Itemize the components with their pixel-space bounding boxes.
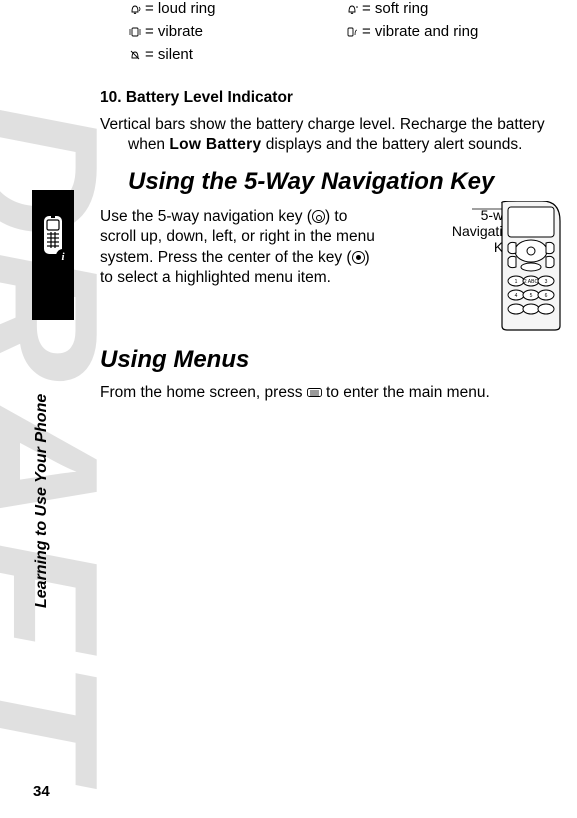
svg-text:6: 6 xyxy=(545,293,548,299)
bell-loud-icon xyxy=(128,3,142,15)
ring-vibrate-ring-label: = vibrate and ring xyxy=(362,23,478,40)
bell-silent-icon xyxy=(128,49,142,61)
side-tab-label: Learning to Use Your Phone xyxy=(33,394,51,608)
phone-diagram: 5-way Navigation Key xyxy=(392,207,562,330)
svg-text:2 ABC: 2 ABC xyxy=(524,279,539,285)
ring-vibrate-ring: = vibrate and ring xyxy=(345,23,562,40)
bell-soft-icon xyxy=(345,3,359,15)
menus-body: From the home screen, press to enter the… xyxy=(100,383,562,403)
vibrate-ring-icon xyxy=(345,26,359,38)
ring-silent: = silent xyxy=(128,46,345,63)
phone-illustration-icon: 1 2 ABC 3 4 5 6 xyxy=(472,201,562,331)
heading-using-menus: Using Menus xyxy=(100,345,562,375)
ring-soft-label: = soft ring xyxy=(362,0,428,17)
section-10-heading: 10. Battery Level Indicator xyxy=(100,89,562,107)
ring-loud-label: = loud ring xyxy=(145,0,215,17)
section-10-post: displays and the battery alert sounds. xyxy=(261,136,522,153)
ring-soft: = soft ring xyxy=(345,0,562,17)
center-key-icon xyxy=(352,251,365,264)
heading-5way-nav: Using the 5-Way Navigation Key xyxy=(128,167,562,197)
menus-body-b: to enter the main menu. xyxy=(322,384,490,401)
svg-text:3: 3 xyxy=(545,279,548,285)
ring-loud: = loud ring xyxy=(128,0,345,17)
side-tab: Learning to Use Your Phone xyxy=(33,134,51,348)
svg-text:1: 1 xyxy=(515,279,518,285)
ring-vibrate-label: = vibrate xyxy=(145,23,203,40)
svg-text:4: 4 xyxy=(515,293,518,299)
ring-type-legend: = loud ring = soft ring = vibrate = vibr… xyxy=(128,0,562,63)
nav-key-icon xyxy=(312,210,325,223)
menu-key-icon xyxy=(307,383,322,392)
low-battery-bold: Low Battery xyxy=(169,136,261,153)
ring-silent-label: = silent xyxy=(145,46,193,63)
menus-body-a: From the home screen, press xyxy=(100,384,307,401)
nav-body-a: Use the 5-way navigation key ( xyxy=(100,208,312,225)
section-10-body: Vertical bars show the battery charge le… xyxy=(100,115,562,155)
page-number: 34 xyxy=(33,783,50,800)
ring-vibrate: = vibrate xyxy=(128,23,345,40)
vibrate-icon xyxy=(128,26,142,38)
nav-key-body: Use the 5-way navigation key () to scrol… xyxy=(100,207,382,330)
svg-text:5: 5 xyxy=(530,293,533,299)
